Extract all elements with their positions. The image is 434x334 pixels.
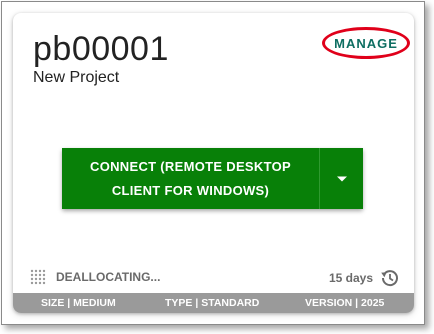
footer-size: SIZE | MEDIUM (41, 297, 116, 309)
project-name: New Project (33, 69, 120, 86)
footer-version: VERSION | 2025 (305, 297, 385, 309)
connect-options-dropdown[interactable] (320, 148, 363, 209)
connect-button-group: CONNECT (REMOTE DESKTOP CLIENT FOR WINDO… (62, 148, 363, 209)
screenshot-frame: pb00001 New Project MANAGE CONNECT (REMO… (1, 1, 425, 325)
card-footer: SIZE | MEDIUM TYPE | STANDARD VERSION | … (13, 293, 414, 313)
connect-button[interactable]: CONNECT (REMOTE DESKTOP CLIENT FOR WINDO… (62, 148, 320, 209)
days-text: 15 days (329, 271, 374, 285)
manage-button[interactable]: MANAGE (322, 27, 410, 59)
project-card: pb00001 New Project MANAGE CONNECT (REMO… (13, 13, 414, 313)
footer-type: TYPE | STANDARD (165, 297, 260, 309)
uptime-days: 15 days (329, 268, 400, 288)
dot-grid-icon (30, 269, 46, 285)
status-text: DEALLOCATING... (56, 270, 161, 284)
caret-down-icon (336, 176, 347, 181)
project-id: pb00001 (33, 30, 169, 68)
history-icon[interactable] (380, 268, 400, 288)
status-indicator: DEALLOCATING... (30, 269, 160, 285)
